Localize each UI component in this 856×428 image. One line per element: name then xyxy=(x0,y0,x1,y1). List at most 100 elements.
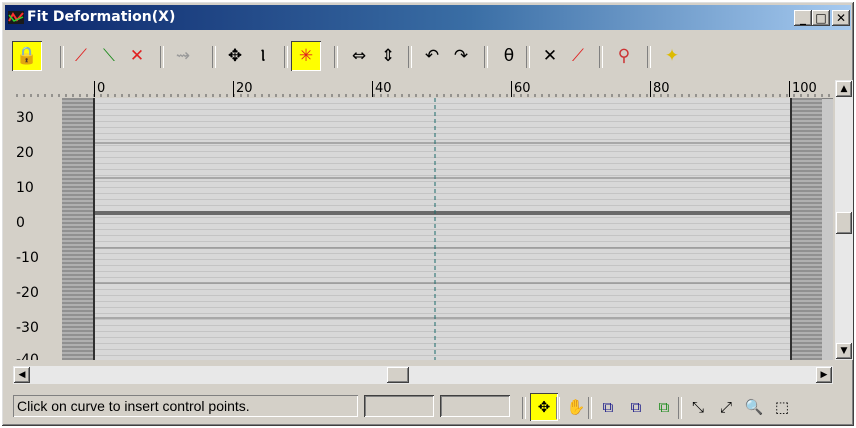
move-control-point-button[interactable]: ✥ xyxy=(220,41,250,71)
y-axis-label: -40 xyxy=(16,352,39,360)
left-margin-stripe xyxy=(62,98,93,360)
move-lock-icon: ✥ xyxy=(537,398,551,416)
grid-overlay xyxy=(94,98,791,360)
maximize-button[interactable]: □ xyxy=(812,10,830,26)
rotate-left-icon: ↶ xyxy=(424,46,440,66)
toolbar-separator xyxy=(526,46,530,68)
y-axis-label: 0 xyxy=(16,215,25,231)
reset-curve-button[interactable]: ✕ xyxy=(535,41,565,71)
zoom-horizontal-extents-icon: ⧉ xyxy=(630,398,642,416)
y-axis-label: -10 xyxy=(16,250,39,266)
lock-aspect-button[interactable]: 🔒 xyxy=(12,41,42,71)
scroll-up-button[interactable]: ▲ xyxy=(836,81,852,97)
pan-button[interactable]: ✋ xyxy=(562,393,590,421)
toolbar-separator xyxy=(160,46,164,68)
toolbar-separator xyxy=(647,46,651,68)
toolbar-separator xyxy=(556,397,560,419)
title-bar[interactable]: Fit Deformation(X) _ □ ✕ xyxy=(5,5,851,30)
ruler-tick-label: 0 xyxy=(94,81,105,97)
crossed-curves-icon: ✕ xyxy=(129,46,145,66)
swap-curves-icon: ⇝ xyxy=(175,46,191,66)
display-x-axis-button[interactable]: ⟋ xyxy=(66,41,96,71)
toolbar-separator xyxy=(284,46,288,68)
ruler-tick-label: 20 xyxy=(233,81,253,97)
zoom-horizontal-button[interactable]: ⤡ xyxy=(684,393,712,421)
mirror-vertically-button[interactable]: ⇕ xyxy=(373,41,403,71)
scroll-left-button[interactable]: ◀ xyxy=(14,367,30,383)
generate-path-button[interactable]: ✦ xyxy=(657,41,687,71)
toolbar-separator xyxy=(60,46,64,68)
toolbar-separator xyxy=(212,46,216,68)
swap-deform-curves-button[interactable]: ⇝ xyxy=(168,41,198,71)
horizontal-scroll-thumb[interactable] xyxy=(387,367,409,383)
point-x-field[interactable] xyxy=(364,395,434,417)
ruler-tick-label: 100 xyxy=(789,81,817,97)
delete-point-icon: θ xyxy=(503,46,515,66)
horizontal-ruler: 0 20 40 60 80 100 xyxy=(13,80,833,99)
red-curve-icon: ⟋ xyxy=(75,46,87,66)
zoom-vertical-extents-icon: ⧉ xyxy=(658,398,670,416)
toolbar-separator xyxy=(678,397,682,419)
ruler-tick-label: 80 xyxy=(650,81,670,97)
ruler-tick-label: 60 xyxy=(511,81,531,97)
zoom-region-button[interactable]: ⬚ xyxy=(768,393,796,421)
scroll-right-button[interactable]: ▶ xyxy=(816,367,832,383)
lock-icon: 🔒 xyxy=(16,46,38,66)
rotate-cw-button[interactable]: ↷ xyxy=(446,41,476,71)
insert-control-point-button[interactable]: ✳ xyxy=(291,41,321,71)
delete-curve-icon: ⟋ xyxy=(572,46,584,66)
wand-icon: ✦ xyxy=(664,46,680,66)
scroll-down-button[interactable]: ▼ xyxy=(836,343,852,359)
display-xy-axes-button[interactable]: ✕ xyxy=(122,41,152,71)
right-margin-stripe xyxy=(791,98,822,360)
lock-move-button[interactable]: ✥ xyxy=(530,393,558,421)
vertical-scrollbar[interactable]: ▲ ▼ xyxy=(835,80,853,360)
rotate-right-icon: ↷ xyxy=(453,46,469,66)
zoom-vertical-button[interactable]: ⤢ xyxy=(712,393,740,421)
y-axis-labels: 30 20 10 0 -10 -20 -30 -40 xyxy=(13,98,63,360)
delete-control-point-button[interactable]: θ xyxy=(494,41,524,71)
close-button[interactable]: ✕ xyxy=(832,10,850,26)
mirror-horizontal-icon: ⇔ xyxy=(351,46,367,66)
delete-curve-button[interactable]: ⟋ xyxy=(563,41,593,71)
green-curve-icon: ⟍ xyxy=(103,46,115,66)
curve-toolbar: 🔒 ⟋ ⟍ ✕ ⇝ ✥ Ⲓ ✳ ⇔ ⇕ ↶ ↷ θ ✕ ⟋ ⚲ ✦ xyxy=(10,36,848,76)
y-axis-label: 10 xyxy=(16,180,34,196)
horizontal-scrollbar[interactable]: ◀ ▶ xyxy=(13,366,833,384)
toolbar-separator xyxy=(522,397,526,419)
zoom-extents-button[interactable]: ⧉ xyxy=(594,393,622,421)
start-boundary-line xyxy=(93,98,95,360)
vertical-scroll-thumb[interactable] xyxy=(836,212,852,234)
mirror-vertical-icon: ⇕ xyxy=(380,46,396,66)
y-axis-label: 30 xyxy=(16,110,34,126)
y-axis-label: 20 xyxy=(16,145,34,161)
insert-point-icon: ✳ xyxy=(298,46,314,66)
display-y-axis-button[interactable]: ⟍ xyxy=(94,41,124,71)
curve-editor-area[interactable]: 0 20 40 60 80 100 30 20 10 0 -10 -20 -30 -40 xyxy=(13,80,833,360)
get-shape-button[interactable]: ⚲ xyxy=(609,41,639,71)
rotate-ccw-button[interactable]: ↶ xyxy=(417,41,447,71)
ruler-tick-label: 40 xyxy=(372,81,392,97)
zoom-horizontal-icon: ⤡ xyxy=(691,398,704,416)
zoom-region-icon: ⬚ xyxy=(774,398,790,416)
curve-plot[interactable] xyxy=(94,98,791,360)
point-y-field[interactable] xyxy=(440,395,510,417)
zoom-vertical-icon: ⤢ xyxy=(719,398,732,416)
mirror-horizontally-button[interactable]: ⇔ xyxy=(344,41,374,71)
zoom-horizontal-extents-button[interactable]: ⧉ xyxy=(622,393,650,421)
scale-control-point-button[interactable]: Ⲓ xyxy=(248,41,278,71)
fit-deformation-window: Fit Deformation(X) _ □ ✕ 🔒 ⟋ ⟍ ✕ ⇝ ✥ Ⲓ ✳ ⇔ ⇕ ↶ ↷ θ ✕ ⟋… xyxy=(1,1,855,427)
zoom-vertical-extents-button[interactable]: ⧉ xyxy=(650,393,678,421)
zoom-extents-icon: ⧉ xyxy=(602,398,614,416)
toolbar-separator xyxy=(484,46,488,68)
reset-x-icon: ✕ xyxy=(542,46,558,66)
toolbar-separator xyxy=(334,46,338,68)
end-boundary-line xyxy=(790,98,792,360)
y-axis-label: -20 xyxy=(16,285,39,301)
status-prompt: Click on curve to insert control points. xyxy=(13,395,358,417)
toolbar-separator xyxy=(588,397,592,419)
window-title: Fit Deformation(X) xyxy=(27,9,176,25)
hand-icon: ✋ xyxy=(566,398,586,416)
minimize-button[interactable]: _ xyxy=(794,10,812,26)
zoom-button[interactable]: 🔍 xyxy=(740,393,768,421)
